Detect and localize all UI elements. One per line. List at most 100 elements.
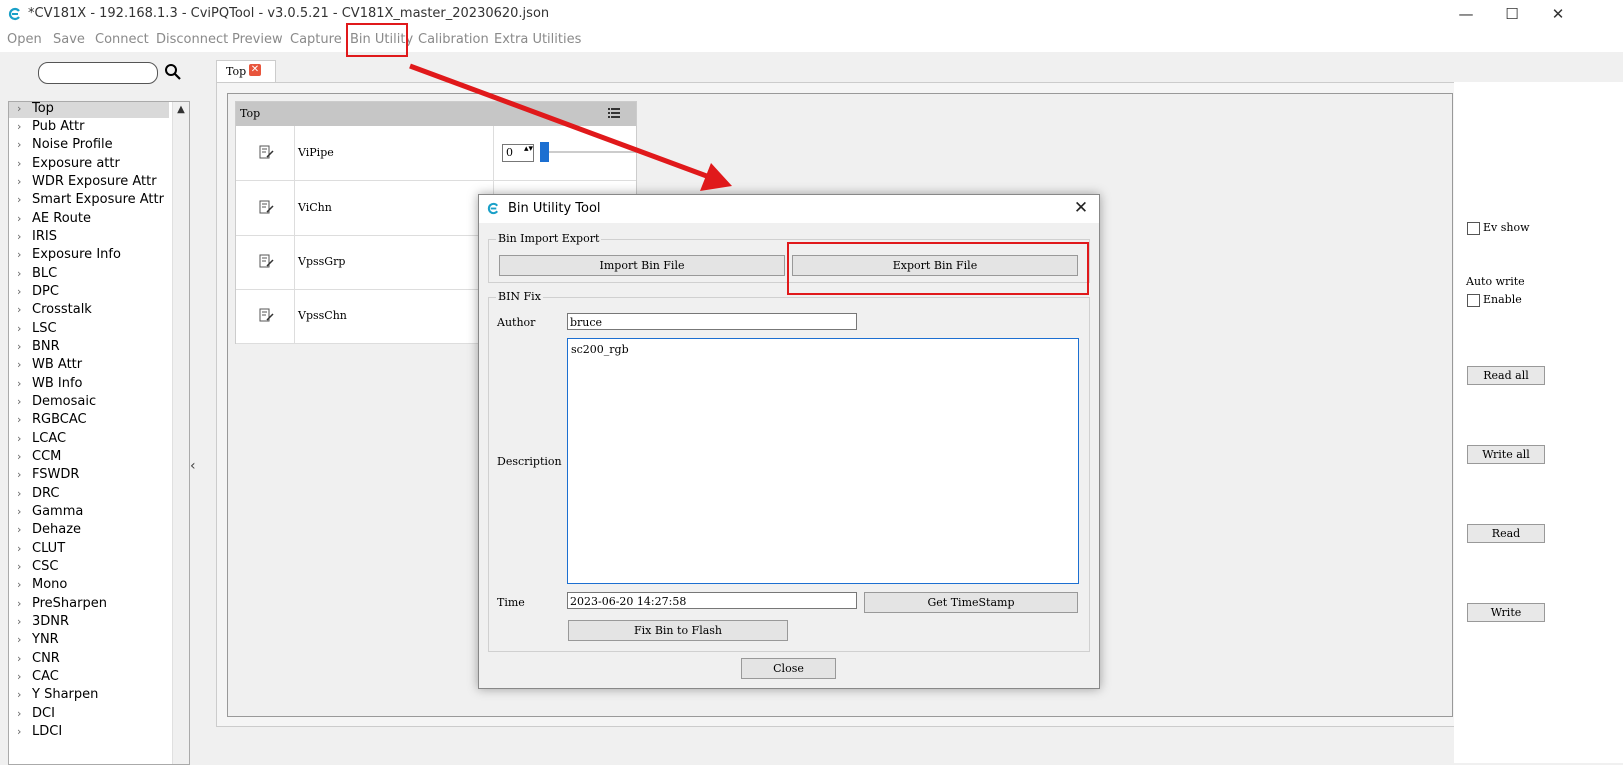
bin-utility-dialog: Bin Utility Tool ✕ Bin Import Export Imp… bbox=[478, 194, 1100, 689]
tree-item-exposure-info[interactable]: › Exposure Info bbox=[9, 245, 169, 264]
annotation-highlight-box bbox=[346, 23, 408, 57]
column-divider bbox=[294, 181, 295, 235]
tree-item-3dnr[interactable]: › 3DNR bbox=[9, 612, 169, 631]
param-name: ViChn bbox=[298, 201, 332, 214]
chevron-right-icon: › bbox=[17, 120, 22, 133]
menu-capture[interactable]: Capture bbox=[290, 32, 342, 47]
time-field[interactable]: 2023-06-20 14:27:58 bbox=[567, 592, 857, 609]
tree-item-noise-profile[interactable]: › Noise Profile bbox=[9, 135, 169, 154]
tree-scrollbar[interactable]: ▲ bbox=[172, 102, 189, 764]
tree-item-top[interactable]: › Top bbox=[9, 102, 169, 118]
ev-show-checkbox[interactable] bbox=[1467, 222, 1480, 235]
parameter-table-header: Top bbox=[236, 102, 636, 126]
time-label: Time bbox=[497, 596, 525, 609]
tree-item-ldci[interactable]: › LDCI bbox=[9, 722, 169, 741]
column-divider bbox=[294, 235, 295, 289]
edit-icon[interactable] bbox=[258, 307, 274, 323]
author-field[interactable]: bruce bbox=[567, 313, 857, 330]
tree-item-clut[interactable]: › CLUT bbox=[9, 539, 169, 558]
author-label: Author bbox=[497, 316, 536, 329]
tree-item-wdr-exposure-attr[interactable]: › WDR Exposure Attr bbox=[9, 172, 169, 191]
tree-item-cac[interactable]: › CAC bbox=[9, 667, 169, 686]
import-bin-file-button[interactable]: Import Bin File bbox=[499, 255, 785, 276]
tree-item-demosaic[interactable]: › Demosaic bbox=[9, 392, 169, 411]
tree-item-dci[interactable]: › DCI bbox=[9, 704, 169, 723]
menu-open[interactable]: Open bbox=[7, 32, 42, 47]
menu-preview[interactable]: Preview bbox=[232, 32, 283, 47]
tree-item-dehaze[interactable]: › Dehaze bbox=[9, 520, 169, 539]
right-panel: Ev show Auto write Enable Read all Write… bbox=[1454, 82, 1623, 763]
tab-top[interactable]: Top ✕ bbox=[216, 60, 276, 83]
tree-item-ae-route[interactable]: › AE Route bbox=[9, 209, 169, 228]
tree-item-drc[interactable]: › DRC bbox=[9, 484, 169, 503]
get-timestamp-button[interactable]: Get TimeStamp bbox=[864, 592, 1078, 613]
chevron-right-icon: › bbox=[17, 377, 22, 390]
tree-item-ccm[interactable]: › CCM bbox=[9, 447, 169, 466]
column-divider bbox=[493, 126, 494, 180]
list-menu-icon[interactable] bbox=[608, 108, 620, 118]
tree-item-blc[interactable]: › BLC bbox=[9, 264, 169, 283]
edit-icon[interactable] bbox=[258, 199, 274, 215]
description-textarea[interactable]: sc200_rgb bbox=[567, 338, 1079, 584]
read-all-button[interactable]: Read all bbox=[1467, 366, 1545, 385]
tree-item-fswdr[interactable]: › FSWDR bbox=[9, 465, 169, 484]
tree-item-y-sharpen[interactable]: › Y Sharpen bbox=[9, 685, 169, 704]
tree-item-iris[interactable]: › IRIS bbox=[9, 227, 169, 246]
menu-save[interactable]: Save bbox=[53, 32, 85, 47]
tree-item-lcac[interactable]: › LCAC bbox=[9, 429, 169, 448]
fix-bin-to-flash-button[interactable]: Fix Bin to Flash bbox=[568, 620, 788, 641]
dialog-close-icon[interactable]: ✕ bbox=[1071, 198, 1091, 218]
collapse-panel-icon[interactable]: ‹ bbox=[190, 458, 196, 474]
spin-arrows-icon[interactable]: ▴▾ bbox=[524, 145, 533, 154]
tree-item-dpc[interactable]: › DPC bbox=[9, 282, 169, 301]
minimize-button[interactable]: — bbox=[1443, 0, 1489, 28]
chevron-right-icon: › bbox=[17, 615, 22, 628]
tree-item-wb-info[interactable]: › WB Info bbox=[9, 374, 169, 393]
search-icon[interactable] bbox=[164, 63, 182, 81]
close-window-button[interactable]: ✕ bbox=[1535, 0, 1581, 28]
tree-item-presharpen[interactable]: › PreSharpen bbox=[9, 594, 169, 613]
tree-item-smart-exposure-attr[interactable]: › Smart Exposure Attr bbox=[9, 190, 169, 209]
tree-item-rgbcac[interactable]: › RGBCAC bbox=[9, 410, 169, 429]
tree-item-cnr[interactable]: › CNR bbox=[9, 649, 169, 668]
chevron-right-icon: › bbox=[17, 725, 22, 738]
menu-extra-utilities[interactable]: Extra Utilities bbox=[494, 32, 581, 47]
tree-item-crosstalk[interactable]: › Crosstalk bbox=[9, 300, 169, 319]
tree-item-bnr[interactable]: › BNR bbox=[9, 337, 169, 356]
chevron-right-icon: › bbox=[17, 633, 22, 646]
chevron-right-icon: › bbox=[17, 450, 22, 463]
tree-item-mono[interactable]: › Mono bbox=[9, 575, 169, 594]
write-all-button[interactable]: Write all bbox=[1467, 445, 1545, 464]
tree-item-exposure-attr[interactable]: › Exposure attr bbox=[9, 154, 169, 173]
tree-item-gamma[interactable]: › Gamma bbox=[9, 502, 169, 521]
tab-close-icon[interactable]: ✕ bbox=[249, 64, 261, 76]
menu-calibration[interactable]: Calibration bbox=[418, 32, 489, 47]
chevron-right-icon: › bbox=[17, 340, 22, 353]
chevron-right-icon: › bbox=[17, 138, 22, 151]
close-button[interactable]: Close bbox=[741, 658, 836, 679]
tree-item-csc[interactable]: › CSC bbox=[9, 557, 169, 576]
vipipe-spinbox[interactable]: 0 ▴▾ bbox=[502, 144, 534, 162]
edit-icon[interactable] bbox=[258, 144, 274, 160]
param-name: VpssGrp bbox=[298, 255, 346, 268]
chevron-right-icon: › bbox=[17, 432, 22, 445]
read-button[interactable]: Read bbox=[1467, 524, 1545, 543]
edit-icon[interactable] bbox=[258, 253, 274, 269]
chevron-right-icon: › bbox=[17, 358, 22, 371]
tree-item-ynr[interactable]: › YNR bbox=[9, 630, 169, 649]
scroll-up-icon[interactable]: ▲ bbox=[175, 104, 187, 116]
tree-item-pub-attr[interactable]: › Pub Attr bbox=[9, 117, 169, 136]
vipipe-slider-handle[interactable] bbox=[540, 142, 549, 162]
menu-connect[interactable]: Connect bbox=[95, 32, 149, 47]
auto-write-enable-checkbox[interactable] bbox=[1467, 294, 1480, 307]
enable-label: Enable bbox=[1483, 293, 1522, 306]
write-button[interactable]: Write bbox=[1467, 603, 1545, 622]
menu-disconnect[interactable]: Disconnect bbox=[156, 32, 228, 47]
vipipe-slider-track[interactable] bbox=[549, 151, 636, 153]
maximize-button[interactable]: ☐ bbox=[1489, 0, 1535, 28]
tree-item-wb-attr[interactable]: › WB Attr bbox=[9, 355, 169, 374]
chevron-right-icon: › bbox=[17, 157, 22, 170]
chevron-right-icon: › bbox=[17, 670, 22, 683]
search-input[interactable] bbox=[38, 62, 158, 84]
tree-item-lsc[interactable]: › LSC bbox=[9, 319, 169, 338]
